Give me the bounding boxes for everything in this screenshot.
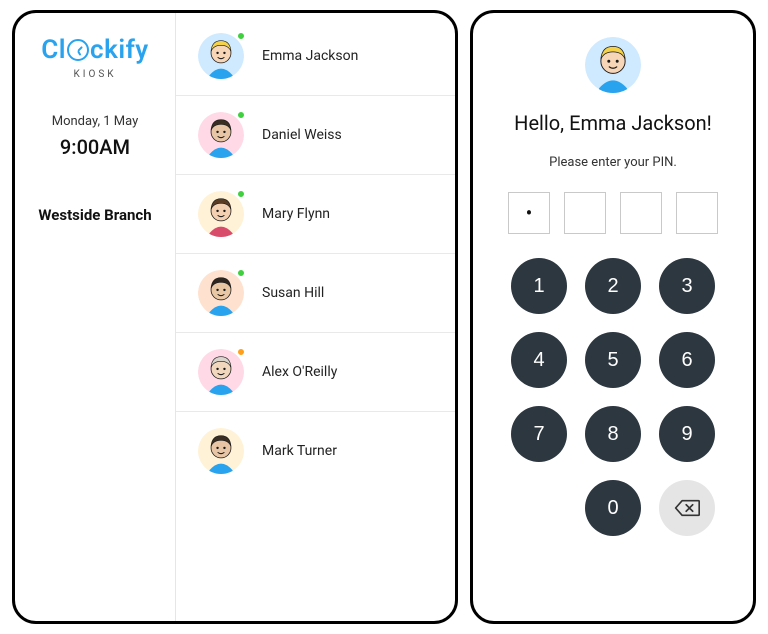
keypad-key-0[interactable]: 0 — [585, 480, 641, 536]
clock-icon — [67, 39, 89, 61]
pin-box — [564, 192, 606, 234]
backspace-icon — [674, 498, 700, 518]
backspace-button[interactable] — [659, 480, 715, 536]
person-name: Mary Flynn — [262, 206, 330, 222]
keypad-key-7[interactable]: 7 — [511, 406, 567, 462]
keypad-key-2[interactable]: 2 — [585, 258, 641, 314]
kiosk-device: Cl ckify KIOSK Monday, 1 May 9:00AM West… — [12, 10, 458, 624]
keypad-key-6[interactable]: 6 — [659, 332, 715, 388]
brand-sub: KIOSK — [73, 69, 116, 80]
person-row[interactable]: Alex O'Reilly — [176, 333, 455, 412]
status-dot — [236, 268, 246, 278]
person-row[interactable]: Mark Turner — [176, 412, 455, 490]
keypad-key-4[interactable]: 4 — [511, 332, 567, 388]
pin-box — [676, 192, 718, 234]
time-label: 9:00AM — [52, 135, 139, 159]
pin-avatar — [585, 37, 641, 93]
avatar — [198, 112, 244, 158]
keypad-key-8[interactable]: 8 — [585, 406, 641, 462]
person-row[interactable]: Emma Jackson — [176, 17, 455, 96]
status-dot — [236, 189, 246, 199]
avatar — [198, 349, 244, 395]
status-dot — [236, 110, 246, 120]
date-label: Monday, 1 May — [52, 114, 139, 129]
pin-prompt: Please enter your PIN. — [549, 155, 677, 170]
brand-word: Cl ckify — [41, 35, 148, 65]
pin-device: Hello, Emma Jackson! Please enter your P… — [470, 10, 756, 624]
person-row[interactable]: Susan Hill — [176, 254, 455, 333]
person-name: Alex O'Reilly — [262, 364, 337, 380]
keypad-spacer — [511, 480, 567, 536]
keypad-key-3[interactable]: 3 — [659, 258, 715, 314]
keypad: 123 456 7890 — [511, 258, 715, 536]
person-name: Susan Hill — [262, 285, 324, 301]
greeting: Hello, Emma Jackson! — [514, 111, 712, 135]
keypad-key-1[interactable]: 1 — [511, 258, 567, 314]
avatar — [198, 270, 244, 316]
person-name: Mark Turner — [262, 443, 337, 459]
datetime-block: Monday, 1 May 9:00AM — [52, 114, 139, 159]
people-list: Emma Jackson Daniel Weiss Mary Flynn Sus… — [175, 13, 455, 621]
avatar — [198, 33, 244, 79]
brand-logo: Cl ckify KIOSK — [41, 35, 148, 80]
person-row[interactable]: Mary Flynn — [176, 175, 455, 254]
person-name: Emma Jackson — [262, 48, 358, 64]
avatar — [198, 428, 244, 474]
pin-boxes: • — [508, 192, 718, 234]
pin-box — [620, 192, 662, 234]
status-dot — [236, 347, 246, 357]
kiosk-sidebar: Cl ckify KIOSK Monday, 1 May 9:00AM West… — [15, 13, 175, 621]
keypad-key-9[interactable]: 9 — [659, 406, 715, 462]
pin-box: • — [508, 192, 550, 234]
branch-name: Westside Branch — [38, 205, 151, 225]
person-name: Daniel Weiss — [262, 127, 342, 143]
keypad-key-5[interactable]: 5 — [585, 332, 641, 388]
avatar — [198, 191, 244, 237]
person-row[interactable]: Daniel Weiss — [176, 96, 455, 175]
status-dot — [236, 31, 246, 41]
